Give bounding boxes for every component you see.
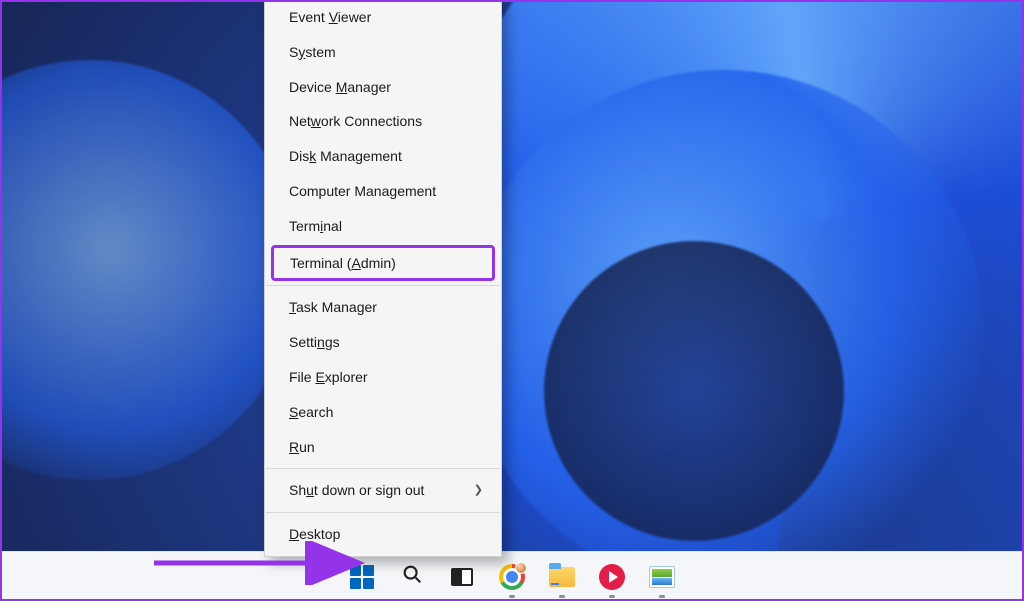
menu-item-desktop[interactable]: Desktop	[265, 517, 501, 552]
menu-item-shutdown[interactable]: Shut down or sign out ❯	[265, 473, 501, 508]
menu-item-label: Search	[289, 404, 333, 421]
taskbar-search-button[interactable]	[391, 556, 433, 598]
chrome-icon	[499, 564, 525, 590]
menu-item-label: Network Connections	[289, 113, 422, 130]
taskbar	[0, 551, 1024, 601]
menu-item-settings[interactable]: Settings	[265, 325, 501, 360]
menu-item-event-viewer[interactable]: Event Viewer	[265, 0, 501, 35]
menu-item-network-connections[interactable]: Network Connections	[265, 104, 501, 139]
winx-context-menu[interactable]: Event Viewer System Device Manager Network …	[264, 0, 502, 557]
windows-logo-icon	[350, 565, 374, 589]
menu-item-label: Event Viewer	[289, 9, 371, 26]
menu-item-disk-management[interactable]: Disk Management	[265, 139, 501, 174]
menu-item-file-explorer[interactable]: File Explorer	[265, 360, 501, 395]
menu-item-terminal-admin[interactable]: Terminal (Admin)	[271, 245, 495, 282]
menu-item-label: Shut down or sign out	[289, 482, 424, 499]
menu-separator	[266, 512, 500, 513]
start-button[interactable]	[341, 556, 383, 598]
menu-item-run[interactable]: Run	[265, 430, 501, 465]
menu-item-task-manager[interactable]: Task Manager	[265, 290, 501, 325]
menu-separator	[266, 285, 500, 286]
menu-item-label: Computer Management	[289, 183, 436, 200]
menu-item-label: Terminal	[289, 218, 342, 235]
menu-item-label: Desktop	[289, 526, 340, 543]
taskbar-app-avira[interactable]	[591, 556, 633, 598]
menu-item-computer-management[interactable]: Computer Management	[265, 174, 501, 209]
menu-separator	[266, 468, 500, 469]
menu-item-label: Settings	[289, 334, 340, 351]
taskbar-app-chrome[interactable]	[491, 556, 533, 598]
search-icon	[401, 563, 423, 590]
avira-icon	[599, 564, 625, 590]
menu-item-label: Run	[289, 439, 315, 456]
menu-item-label: System	[289, 44, 336, 61]
menu-item-label: File Explorer	[289, 369, 368, 386]
desktop-wallpaper	[0, 0, 1024, 601]
menu-item-device-manager[interactable]: Device Manager	[265, 70, 501, 105]
folder-icon	[549, 567, 575, 587]
taskbar-app-control-panel[interactable]	[641, 556, 683, 598]
menu-item-label: Disk Management	[289, 148, 402, 165]
menu-item-search[interactable]: Search	[265, 395, 501, 430]
menu-item-system[interactable]: System	[265, 35, 501, 70]
menu-item-label: Task Manager	[289, 299, 377, 316]
task-view-button[interactable]	[441, 556, 483, 598]
menu-item-terminal[interactable]: Terminal	[265, 209, 501, 244]
chevron-right-icon: ❯	[474, 484, 483, 497]
taskbar-app-file-explorer[interactable]	[541, 556, 583, 598]
task-view-icon	[451, 568, 473, 586]
control-panel-icon	[649, 566, 675, 588]
menu-item-label: Terminal (Admin)	[290, 255, 396, 272]
menu-item-label: Device Manager	[289, 79, 391, 96]
